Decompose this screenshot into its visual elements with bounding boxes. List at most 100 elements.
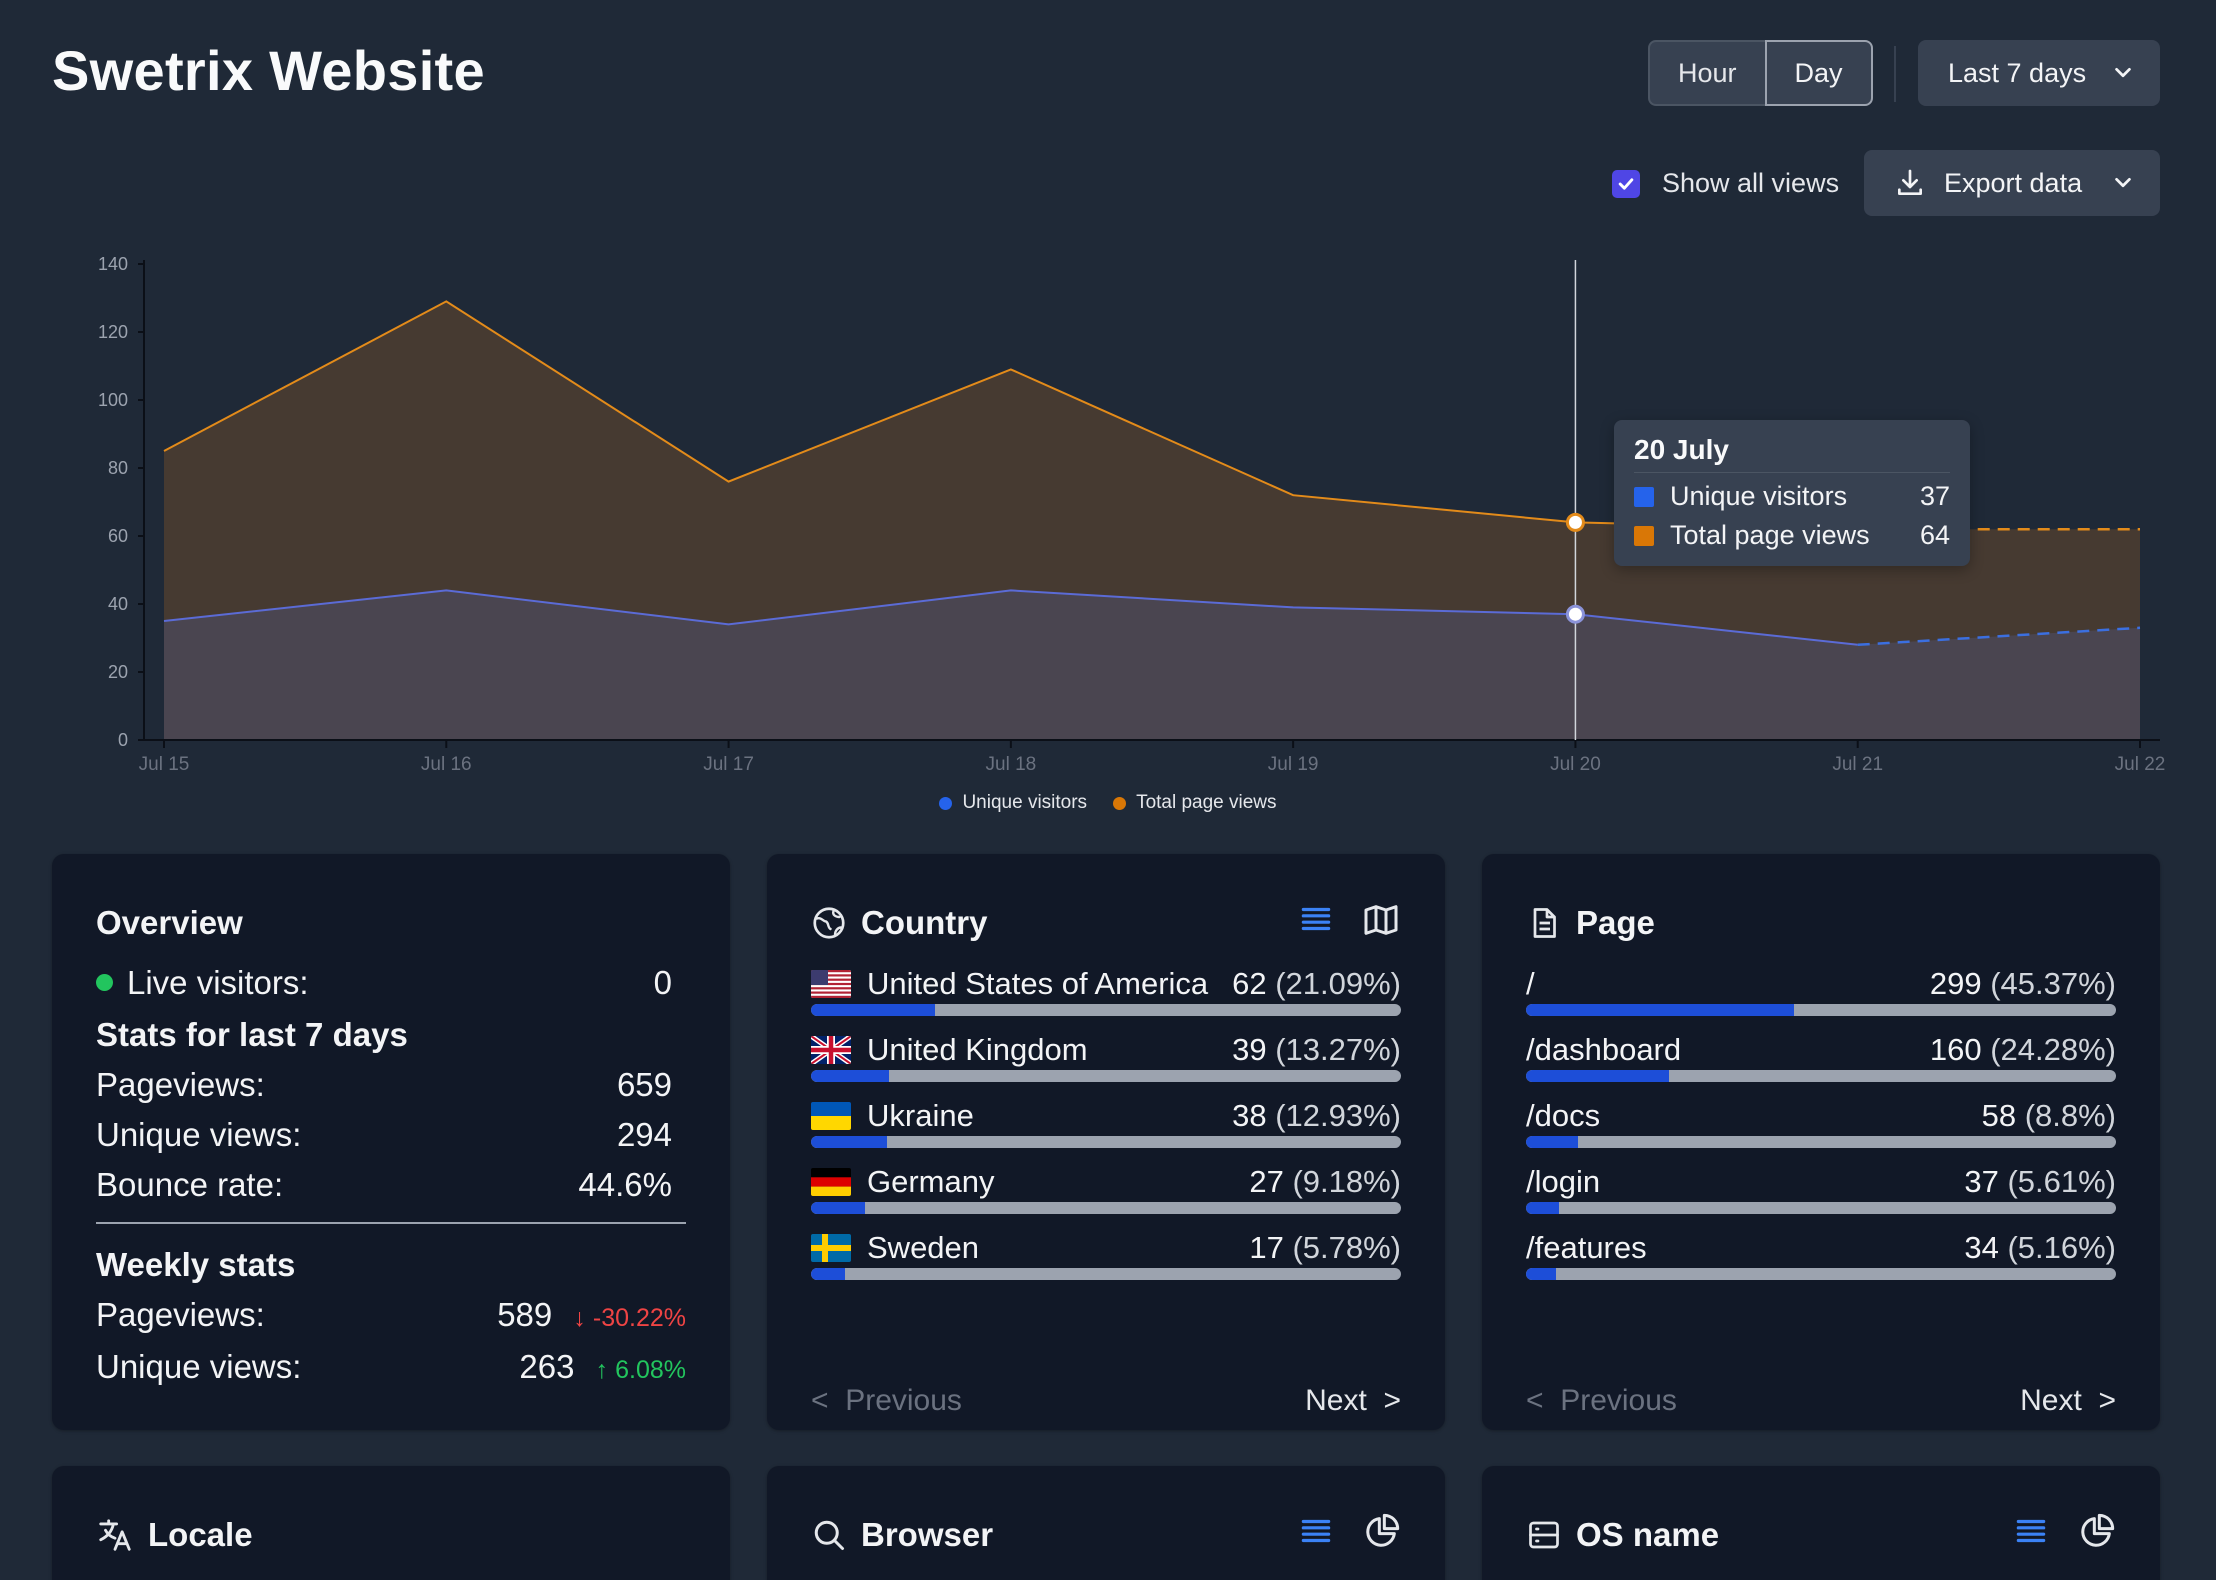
list-item-count: 38 [1232, 1098, 1267, 1133]
list-item-value: 39 (13.27%) [1232, 1032, 1401, 1068]
tooltip-swatch [1634, 486, 1654, 507]
legend-item-total-page-views[interactable]: Total page views [1113, 792, 1277, 814]
show-all-views-toggle: Show all views [1612, 168, 1839, 199]
share-bar [1526, 1202, 2116, 1214]
list-item[interactable]: /features 34 (5.16%) [1526, 1228, 2116, 1290]
previous-button[interactable]: < Previous [811, 1384, 962, 1418]
change-down-badge: ↓ -30.22% [573, 1304, 686, 1332]
y-tick-label: 80 [108, 458, 128, 478]
list-item-percent: (45.37%) [1990, 966, 2116, 1001]
next-button[interactable]: Next > [1305, 1384, 1401, 1418]
list-item-text: /login 37 (5.61%) [1526, 1162, 2116, 1202]
live-visitors-label: Live visitors: [127, 964, 309, 1001]
list-item[interactable]: Sweden 17 (5.78%) [811, 1228, 1401, 1290]
list-item[interactable]: /docs 58 (8.8%) [1526, 1096, 2116, 1158]
period-dropdown[interactable]: Last 7 days [1918, 40, 2160, 106]
y-tick-label: 100 [98, 390, 128, 410]
list-item[interactable]: /dashboard 160 (24.28%) [1526, 1030, 2116, 1092]
list-item-left: Ukraine [811, 1098, 974, 1134]
list-item[interactable]: Ukraine 38 (12.93%) [811, 1096, 1401, 1158]
export-data-button[interactable]: Export data [1864, 150, 2160, 216]
weekly-pageviews-label: Pageviews: [96, 1296, 265, 1333]
pie-chart-icon[interactable] [1361, 1512, 1401, 1552]
list-item-name: United States of America [867, 966, 1209, 1001]
list-item-text: / 299 (45.37%) [1526, 964, 2116, 1004]
list-item-percent: (9.18%) [1292, 1164, 1401, 1199]
weekly-stats-heading: Weekly stats [96, 1246, 296, 1283]
browser-title-wrap: Browser [811, 1516, 993, 1554]
hour-button[interactable]: Hour [1648, 40, 1765, 106]
list-item-text: /docs 58 (8.8%) [1526, 1096, 2116, 1136]
list-item[interactable]: /login 37 (5.61%) [1526, 1162, 2116, 1224]
tooltip-value: 64 [1919, 520, 1950, 550]
next-label: Next [2020, 1384, 2082, 1417]
list-item-percent: (12.93%) [1275, 1098, 1401, 1133]
next-button[interactable]: Next > [2020, 1384, 2116, 1418]
legend-item-unique-visitors[interactable]: Unique visitors [939, 792, 1087, 814]
share-bar [1526, 1136, 2116, 1148]
list-item-value: 58 (8.8%) [1982, 1098, 2116, 1134]
pie-chart-icon[interactable] [2076, 1512, 2116, 1552]
list-item-name: Ukraine [867, 1098, 974, 1133]
country-title-wrap: Country [811, 904, 988, 942]
weekly-pageviews-change: -30.22% [592, 1304, 686, 1332]
show-all-views-checkbox[interactable] [1612, 169, 1640, 198]
list-item-name: /login [1526, 1164, 1601, 1199]
legend-label: Unique visitors [962, 792, 1088, 813]
list-icon[interactable] [1297, 1512, 1335, 1550]
os-title-wrap: OS name [1526, 1516, 1719, 1554]
list-icon[interactable] [1297, 900, 1335, 938]
share-bar-fill [1526, 1004, 1794, 1016]
list-item-name: /features [1526, 1230, 1647, 1265]
os-view-switch [2012, 1512, 2116, 1552]
x-tick-label: Jul 17 [703, 754, 754, 775]
download-icon [1898, 169, 1922, 195]
bounce-rate-label: Bounce rate: [96, 1166, 284, 1203]
list-item[interactable]: Germany 27 (9.18%) [811, 1162, 1401, 1224]
list-item-name: /dashboard [1526, 1032, 1682, 1067]
previous-button[interactable]: < Previous [1526, 1384, 1677, 1418]
tooltip-row: Total page views 64 [1634, 520, 1950, 551]
share-bar [811, 1004, 1401, 1016]
chart-legend: Unique visitors Total page views [0, 792, 2216, 814]
document-icon [1533, 908, 1556, 938]
next-label: Next [1305, 1384, 1367, 1417]
os-card: OS name [1482, 1466, 2160, 1580]
list-item[interactable]: United Kingdom 39 (13.27%) [811, 1030, 1401, 1092]
flag-us-icon [811, 970, 851, 998]
stats-period-heading: Stats for last 7 days [96, 1016, 408, 1053]
bounce-rate-row: Bounce rate: 44.6% [96, 1166, 672, 1204]
list-item-percent: (8.8%) [2024, 1098, 2116, 1133]
y-tick-label: 60 [108, 526, 128, 546]
list-item-count: 39 [1232, 1032, 1267, 1067]
list-item-value: 160 (24.28%) [1930, 1032, 2116, 1068]
change-up-badge: ↑ 6.08% [596, 1356, 686, 1384]
previous-label: Previous [1560, 1384, 1677, 1417]
country-card: Country United States of America 62 (21.… [767, 854, 1445, 1430]
list-item-text: Sweden 17 (5.78%) [811, 1228, 1401, 1268]
list-item-count: 62 [1232, 966, 1267, 1001]
map-icon[interactable] [1361, 900, 1401, 940]
page-card-title: Page [1576, 904, 1655, 941]
show-all-views-label: Show all views [1662, 168, 1840, 198]
legend-dot [1113, 796, 1127, 810]
list-item-name: Sweden [867, 1230, 980, 1265]
list-item[interactable]: United States of America 62 (21.09%) [811, 964, 1401, 1026]
list-item-value: 38 (12.93%) [1232, 1098, 1401, 1134]
previous-label: Previous [845, 1384, 962, 1417]
x-tick-label: Jul 22 [2115, 754, 2166, 775]
list-item-left: United Kingdom [811, 1032, 1088, 1068]
list-icon[interactable] [2012, 1512, 2050, 1550]
share-bar-fill [811, 1004, 936, 1016]
list-item-text: /dashboard 160 (24.28%) [1526, 1030, 2116, 1070]
day-button[interactable]: Day [1764, 40, 1873, 106]
list-item-left: /dashboard [1526, 1032, 1681, 1068]
search-icon [814, 1520, 844, 1550]
x-tick-label: Jul 18 [986, 754, 1037, 775]
list-item[interactable]: / 299 (45.37%) [1526, 964, 2116, 1026]
x-tick-label: Jul 20 [1550, 754, 1601, 775]
list-item-value: 62 (21.09%) [1232, 966, 1401, 1002]
x-tick-label: Jul 15 [139, 754, 190, 775]
bounce-rate-value: 44.6% [578, 1166, 672, 1203]
arrow-down-icon: ↓ [573, 1304, 586, 1332]
